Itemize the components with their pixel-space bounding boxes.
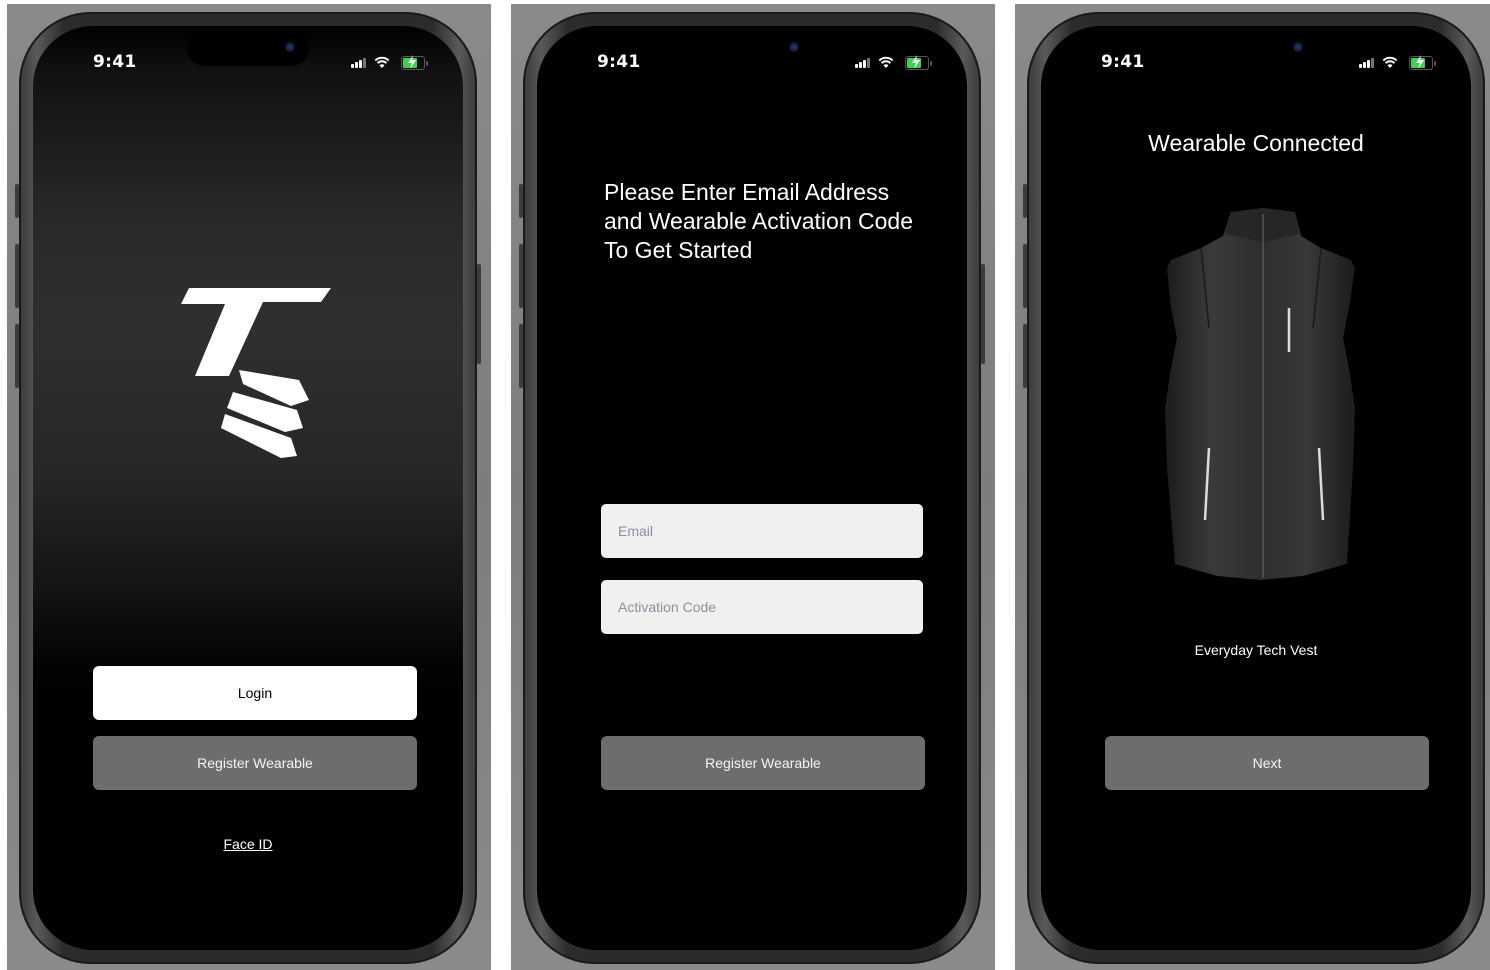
connected-screen: 9:41 Wearable Connected Everyday Tech Ve… xyxy=(1041,26,1471,950)
dynamic-island xyxy=(187,30,309,66)
wifi-icon xyxy=(1382,56,1398,68)
product-name: Everyday Tech Vest xyxy=(1194,642,1318,658)
cellular-signal-icon xyxy=(1359,56,1377,70)
next-button[interactable]: Next xyxy=(1105,736,1429,790)
activation-code-field[interactable] xyxy=(601,580,923,634)
dynamic-island xyxy=(1195,30,1317,66)
cellular-signal-icon xyxy=(351,56,369,70)
cellular-signal-icon xyxy=(855,56,873,70)
headline-line: Please Enter Email Address xyxy=(604,179,890,205)
status-time: 9:41 xyxy=(1101,52,1145,72)
face-id-link[interactable]: Face ID xyxy=(33,836,463,852)
register-wearable-button[interactable]: Register Wearable xyxy=(601,736,925,790)
phone-mockup-connected: 9:41 Wearable Connected Everyday Tech Ve… xyxy=(1015,4,1490,970)
battery-charging-icon xyxy=(1409,55,1436,70)
wifi-icon xyxy=(374,56,390,68)
register-wearable-button[interactable]: Register Wearable xyxy=(93,736,417,790)
login-screen: 9:41 Login Register Wearable Face ID xyxy=(33,26,463,950)
register-headline: Please Enter Email Address and Wearable … xyxy=(604,178,913,265)
phone-frame: 9:41 Wearable Connected Everyday Tech Ve… xyxy=(1027,12,1485,964)
headline-line: and Wearable Activation Code xyxy=(604,208,913,234)
register-screen: 9:41 Please Enter Email Address and Wear… xyxy=(537,26,967,950)
phone-frame: 9:41 Login Register Wearable Face ID xyxy=(19,12,477,964)
phone-mockup-login: 9:41 Login Register Wearable Face ID xyxy=(7,4,491,970)
phone-frame: 9:41 Please Enter Email Address and Wear… xyxy=(523,12,981,964)
brand-logo xyxy=(181,288,331,458)
phone-mockup-register: 9:41 Please Enter Email Address and Wear… xyxy=(511,4,995,970)
wifi-icon xyxy=(878,56,894,68)
status-time: 9:41 xyxy=(597,52,641,72)
battery-charging-icon xyxy=(401,55,428,70)
connected-title: Wearable Connected xyxy=(1148,130,1364,156)
vest-product-image xyxy=(1165,208,1355,580)
battery-charging-icon xyxy=(905,55,932,70)
status-time: 9:41 xyxy=(93,52,137,72)
headline-line: To Get Started xyxy=(604,237,753,263)
dynamic-island xyxy=(691,30,813,66)
email-field[interactable] xyxy=(601,504,923,558)
login-button[interactable]: Login xyxy=(93,666,417,720)
